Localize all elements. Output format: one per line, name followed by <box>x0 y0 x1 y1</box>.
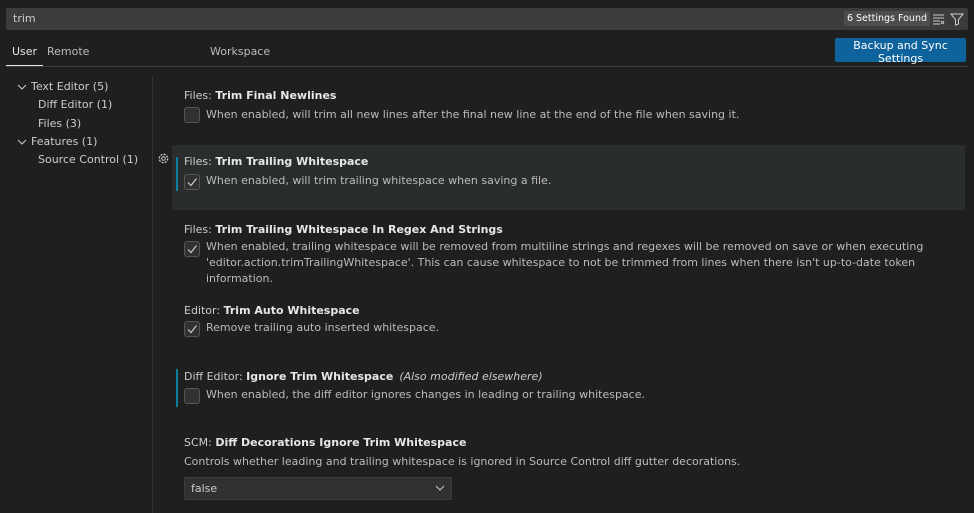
modified-indicator <box>176 369 178 407</box>
checkbox[interactable] <box>184 107 200 123</box>
scm-ignore-whitespace-select[interactable]: false <box>184 477 452 500</box>
setting-description: Remove trailing auto inserted whitespace… <box>206 321 440 334</box>
check-icon <box>187 325 197 334</box>
modified-elsewhere-note[interactable]: (Also modified elsewhere) <box>399 370 542 383</box>
check-icon <box>187 178 197 187</box>
filter-icon[interactable] <box>950 12 964 26</box>
setting-ignore-trim-whitespace: Diff Editor: Ignore Trim Whitespace (Also… <box>172 362 965 422</box>
setting-title: Editor: Trim Auto Whitespace <box>184 304 360 317</box>
setting-description: When enabled, trailing whitespace will b… <box>206 240 924 285</box>
clear-filter-icon[interactable] <box>932 12 946 26</box>
search-input[interactable] <box>11 11 715 26</box>
setting-title: SCM: Diff Decorations Ignore Trim Whites… <box>184 436 467 449</box>
toc-source-control[interactable]: Source Control (1) <box>38 153 138 166</box>
chevron-down-icon[interactable] <box>17 83 27 91</box>
setting-title: Files: Trim Trailing Whitespace <box>184 155 369 168</box>
settings-scope-tabs: User Remote Workspace <box>6 38 968 67</box>
setting-description: When enabled, the diff editor ignores ch… <box>206 388 645 401</box>
setting-description: When enabled, will trim trailing whitesp… <box>206 174 552 187</box>
select-value: false <box>191 482 218 495</box>
toc-diff-editor[interactable]: Diff Editor (1) <box>38 98 112 111</box>
modified-indicator <box>176 157 178 191</box>
gear-icon[interactable] <box>157 152 170 165</box>
tab-remote[interactable]: Remote <box>47 45 89 58</box>
search-box[interactable]: 6 Settings Found <box>6 8 968 30</box>
setting-trim-auto-whitespace: Editor: Trim Auto Whitespace Remove trai… <box>172 296 965 356</box>
setting-title: Files: Trim Final Newlines <box>184 89 337 102</box>
tab-user[interactable]: User <box>6 45 44 66</box>
checkbox[interactable] <box>184 321 200 337</box>
checkbox[interactable] <box>184 388 200 404</box>
setting-trim-trailing-whitespace-regex: Files: Trim Trailing Whitespace In Regex… <box>172 215 965 295</box>
setting-trim-final-newlines: Files: Trim Final Newlines When enabled,… <box>172 80 965 140</box>
setting-description: When enabled, will trim all new lines af… <box>206 108 740 121</box>
setting-description: Controls whether leading and trailing wh… <box>184 455 741 468</box>
sash-divider[interactable] <box>152 76 153 513</box>
checkbox[interactable] <box>184 174 200 190</box>
chevron-down-icon <box>435 485 445 491</box>
setting-title: Files: Trim Trailing Whitespace In Regex… <box>184 223 503 236</box>
setting-title: Diff Editor: Ignore Trim Whitespace (Also… <box>184 370 543 383</box>
check-icon <box>187 245 197 254</box>
toc-features[interactable]: Features (1) <box>31 135 97 148</box>
checkbox[interactable] <box>184 241 200 257</box>
toc-files[interactable]: Files (3) <box>38 117 81 130</box>
tab-workspace[interactable]: Workspace <box>210 45 270 58</box>
results-count-badge: 6 Settings Found <box>843 11 930 26</box>
backup-sync-settings-button[interactable]: Backup and Sync Settings <box>835 38 966 65</box>
setting-trim-trailing-whitespace: Files: Trim Trailing Whitespace When ena… <box>172 145 965 210</box>
chevron-down-icon[interactable] <box>17 138 27 146</box>
toc-text-editor[interactable]: Text Editor (5) <box>31 80 108 93</box>
